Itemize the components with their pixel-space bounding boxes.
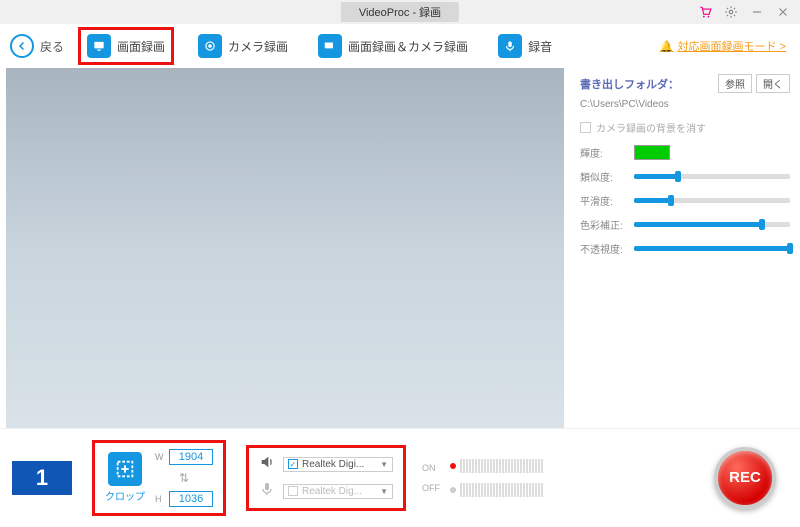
slider-track[interactable]	[634, 246, 790, 251]
slider-track[interactable]	[634, 222, 790, 227]
width-value[interactable]: 1904	[169, 449, 213, 465]
remove-bg-checkbox[interactable]: カメラ録画の背景を消す	[580, 120, 790, 135]
slider-label: 類似度:	[580, 169, 626, 184]
slider-row: 色彩補正:	[580, 217, 790, 232]
speaker-level	[450, 459, 543, 473]
cart-icon[interactable]	[696, 3, 714, 21]
audio-icon	[498, 34, 522, 58]
crop-icon	[108, 452, 142, 486]
open-button[interactable]: 開く	[756, 74, 790, 93]
preview-canvas	[6, 68, 564, 428]
camera-icon	[198, 34, 222, 58]
window-title: VideoProc - 録画	[341, 2, 459, 22]
back-label: 戻る	[40, 38, 64, 55]
slider-track[interactable]	[634, 174, 790, 179]
mic-device-label: Realtek Dig...	[302, 486, 380, 497]
back-button[interactable]: 戻る	[10, 34, 64, 58]
speaker-device-label: Realtek Digi...	[302, 459, 380, 470]
slider-label: 平滑度:	[580, 193, 626, 208]
mic-checkbox-icon	[288, 486, 298, 496]
height-key: H	[155, 494, 165, 504]
close-icon[interactable]	[774, 3, 792, 21]
onoff-labels: ON OFF	[422, 463, 440, 493]
mic-device-select[interactable]: Realtek Dig... ▼	[283, 484, 393, 499]
back-arrow-icon	[10, 34, 34, 58]
output-folder-title: 書き出しフォルダ：	[580, 76, 679, 92]
side-panel: 書き出しフォルダ： 参照 開く C:\Users\PC\Videos カメラ録画…	[570, 68, 800, 428]
record-label: REC	[729, 469, 761, 486]
mode-screen[interactable]: 画面録画	[78, 27, 174, 65]
svg-text:REC: REC	[325, 44, 333, 48]
slider-label: 輝度:	[580, 145, 626, 160]
crop-button[interactable]: クロップ	[105, 452, 145, 503]
slider-label: 色彩補正:	[580, 217, 626, 232]
bottom-bar: 1 クロップ W 1904 ⇅ H 1036 ✓ Realtek Digi...	[0, 428, 800, 526]
audio-section: ✓ Realtek Digi... ▼ Realtek Dig... ▼	[246, 445, 406, 511]
titlebar: VideoProc - 録画	[0, 0, 800, 24]
mode-label: 録音	[528, 38, 552, 55]
slider-row: 輝度:	[580, 145, 790, 160]
link-wh-icon[interactable]: ⇅	[179, 471, 189, 485]
mode-camera[interactable]: カメラ録画	[192, 27, 294, 65]
annotation-number: 1	[12, 461, 72, 495]
main-area: 書き出しフォルダ： 参照 開く C:\Users\PC\Videos カメラ録画…	[0, 68, 800, 428]
mode-both[interactable]: REC 画面録画＆カメラ録画	[312, 27, 474, 65]
width-key: W	[155, 452, 165, 462]
slider-row: 類似度:	[580, 169, 790, 184]
slider-label: 不透視度:	[580, 241, 626, 256]
supported-modes-link[interactable]: 🔔 対応画面録画モード >	[660, 38, 786, 54]
mic-icon	[259, 481, 277, 502]
bell-icon: 🔔	[660, 40, 674, 53]
color-swatch[interactable]	[634, 145, 670, 160]
slider-track[interactable]	[634, 198, 790, 203]
speaker-device-select[interactable]: ✓ Realtek Digi... ▼	[283, 457, 393, 472]
titlebar-controls	[696, 3, 800, 21]
browse-button[interactable]: 参照	[718, 74, 752, 93]
mic-level	[450, 483, 543, 497]
mode-label: 画面録画	[117, 38, 165, 55]
off-label: OFF	[422, 483, 440, 493]
audio-levels	[450, 459, 543, 497]
both-icon: REC	[318, 34, 342, 58]
mode-toolbar: 戻る 画面録画 カメラ録画 REC 画面録画＆カメラ録画 録音 🔔 対応画面録画モード …	[0, 24, 800, 68]
checkbox-icon	[580, 122, 591, 133]
slider-row: 平滑度:	[580, 193, 790, 208]
speaker-checkbox-icon: ✓	[288, 459, 298, 469]
chevron-down-icon: ▼	[380, 460, 388, 469]
chevron-down-icon: ▼	[380, 487, 388, 496]
crop-label: クロップ	[105, 488, 145, 503]
supported-modes-label: 対応画面録画モード >	[678, 38, 786, 54]
mode-audio[interactable]: 録音	[492, 27, 558, 65]
output-path: C:\Users\PC\Videos	[580, 99, 790, 110]
screen-icon	[87, 34, 111, 58]
record-button[interactable]: REC	[714, 447, 776, 509]
mode-label: カメラ録画	[228, 38, 288, 55]
slider-row: 不透視度:	[580, 241, 790, 256]
minimize-icon[interactable]	[748, 3, 766, 21]
speaker-icon	[259, 454, 277, 475]
remove-bg-label: カメラ録画の背景を消す	[596, 120, 706, 135]
height-value[interactable]: 1036	[169, 491, 213, 507]
mode-label: 画面録画＆カメラ録画	[348, 38, 468, 55]
crop-section: クロップ W 1904 ⇅ H 1036	[92, 440, 226, 516]
on-label: ON	[422, 463, 440, 473]
gear-icon[interactable]	[722, 3, 740, 21]
